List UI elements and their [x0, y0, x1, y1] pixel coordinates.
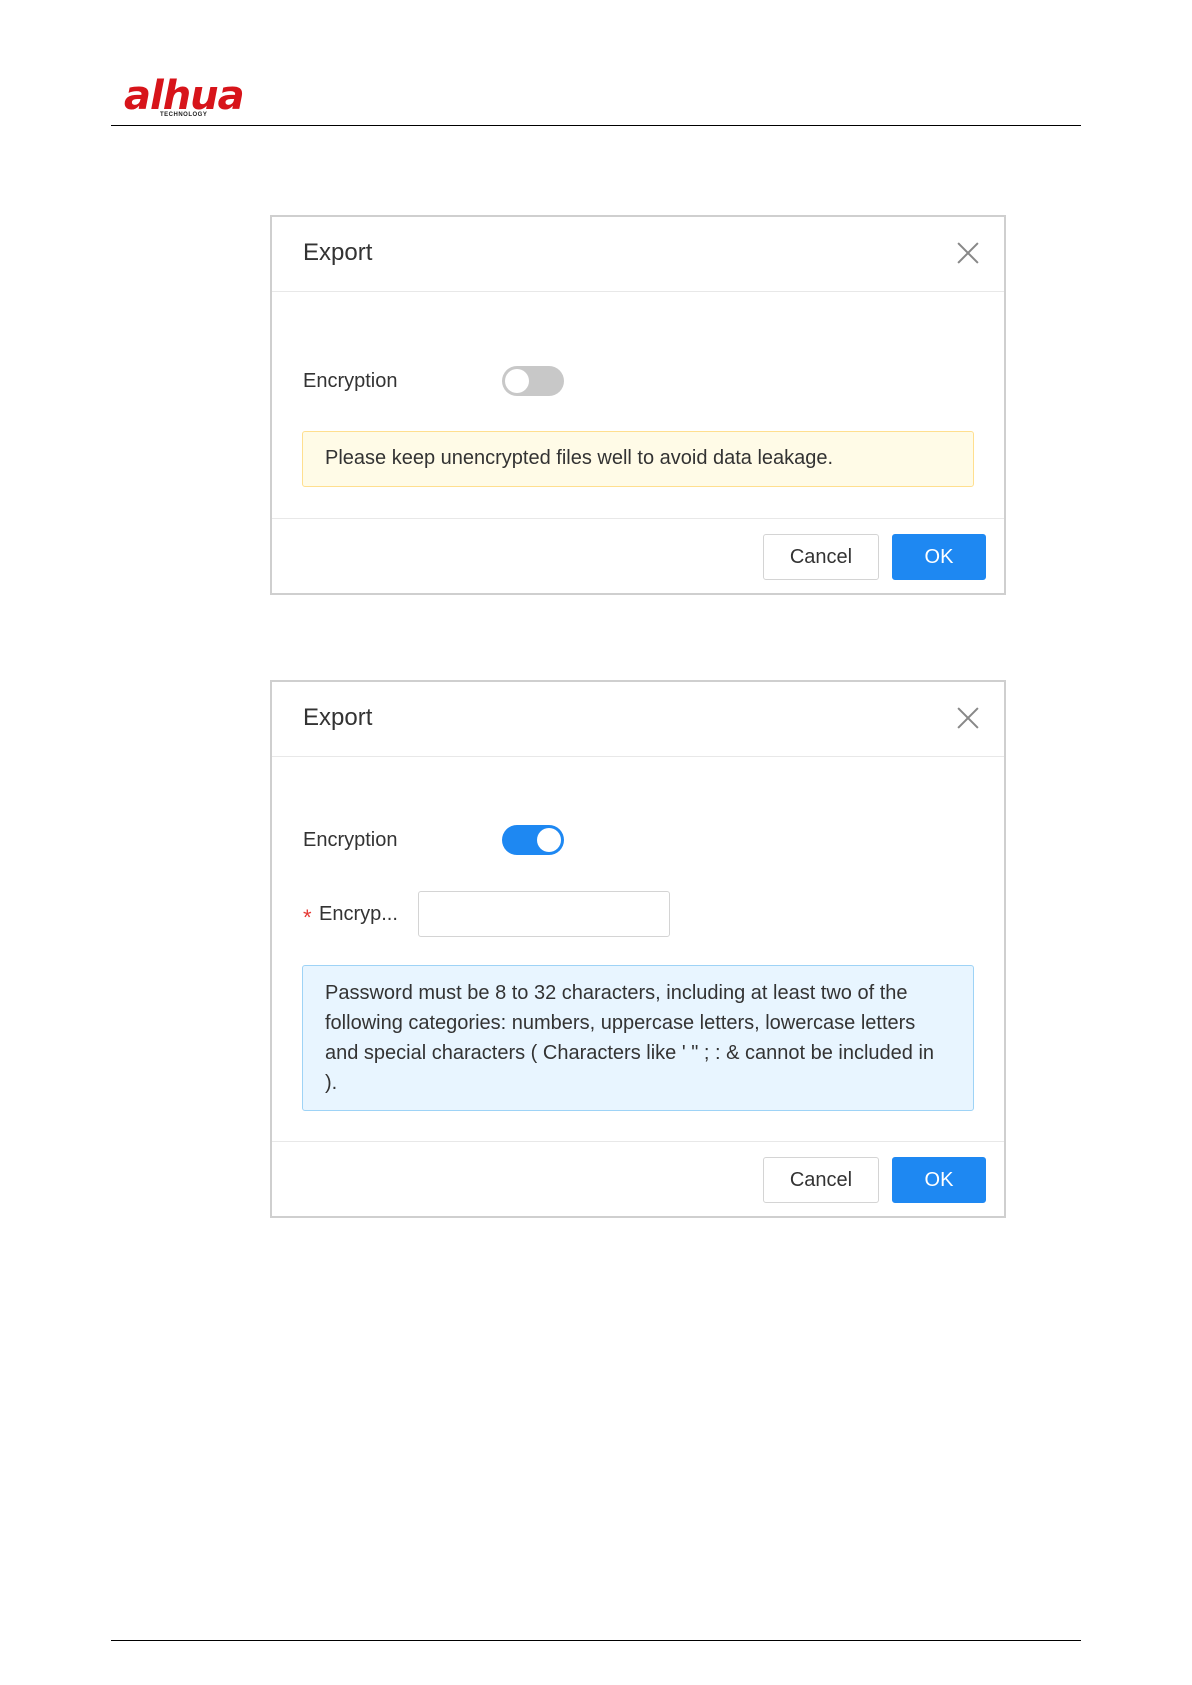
password-rules-notice: Password must be 8 to 32 characters, inc… — [302, 965, 974, 1111]
export-dialog-encryption-on: Export Encryption * Encryp... Password m… — [270, 680, 1006, 1218]
dahua-logo: alhua TECHNOLOGY — [124, 74, 264, 120]
dialog-footer: Cancel OK — [272, 518, 1004, 593]
encryption-label: Encryption — [303, 829, 398, 851]
cancel-button[interactable]: Cancel — [763, 1157, 879, 1203]
close-icon[interactable] — [956, 706, 980, 730]
dialog-title: Export — [303, 704, 373, 731]
required-asterisk: * — [303, 905, 312, 930]
close-icon[interactable] — [956, 241, 980, 265]
password-rules-text: Password must be 8 to 32 characters, inc… — [325, 982, 935, 1094]
cancel-button[interactable]: Cancel — [763, 534, 879, 580]
ok-button[interactable]: OK — [892, 1157, 986, 1203]
toggle-knob — [537, 828, 561, 852]
dialog-header: Export — [272, 217, 1004, 292]
warning-notice-text: Please keep unencrypted files well to av… — [325, 447, 834, 469]
encryption-toggle[interactable] — [502, 366, 564, 396]
header-divider — [111, 125, 1081, 126]
password-input[interactable] — [418, 891, 670, 937]
dialog-footer: Cancel OK — [272, 1141, 1004, 1216]
encryption-toggle[interactable] — [502, 825, 564, 855]
dialog-title: Export — [303, 239, 373, 266]
dialog-header: Export — [272, 682, 1004, 757]
password-label: Encryp... — [319, 903, 398, 925]
logo-subtext: TECHNOLOGY — [160, 112, 208, 118]
warning-notice: Please keep unencrypted files well to av… — [302, 431, 974, 487]
footer-divider — [111, 1640, 1081, 1641]
toggle-knob — [505, 369, 529, 393]
ok-button[interactable]: OK — [892, 534, 986, 580]
encryption-label: Encryption — [303, 370, 398, 392]
export-dialog-encryption-off: Export Encryption Please keep unencrypte… — [270, 215, 1006, 595]
